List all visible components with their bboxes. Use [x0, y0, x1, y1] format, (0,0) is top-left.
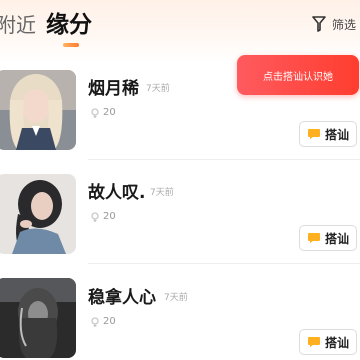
divider — [88, 159, 360, 160]
chat-bubble-icon — [307, 128, 321, 140]
filter-label: 筛选 — [332, 17, 357, 32]
female-icon — [90, 211, 100, 222]
female-icon — [90, 316, 100, 327]
age-value: 20 — [103, 107, 116, 118]
chat-bubble-icon — [307, 232, 321, 244]
chat-button[interactable]: 搭讪 — [299, 225, 357, 251]
divider — [88, 263, 360, 264]
filter-button[interactable]: 筛选 — [312, 13, 356, 35]
chat-button-label: 搭讪 — [324, 335, 349, 350]
tab-fate[interactable]: 缘分 — [46, 10, 92, 40]
user-name: 故人叹. — [88, 183, 146, 203]
chat-button-label: 搭讪 — [324, 127, 349, 142]
user-card-2[interactable]: 故人叹. 7天前 20 搭讪 — [0, 174, 360, 264]
avatar[interactable] — [0, 174, 76, 254]
filter-icon — [312, 15, 326, 33]
age-value: 20 — [103, 211, 116, 222]
chat-button-label: 搭讪 — [324, 231, 349, 246]
last-active-time: 7天前 — [164, 293, 188, 303]
user-card-3[interactable]: 稳拿人心 7天前 20 搭讪 — [0, 278, 360, 360]
female-icon — [90, 107, 100, 118]
last-active-time: 7天前 — [146, 84, 170, 94]
avatar[interactable] — [0, 70, 76, 150]
age-tag: 20 — [90, 107, 116, 118]
age-tag: 20 — [90, 211, 116, 222]
chat-bubble-icon — [307, 336, 321, 348]
tab-active-indicator — [63, 43, 79, 47]
last-active-time: 7天前 — [150, 188, 174, 198]
hint-toast: 点击搭讪认识她 — [237, 55, 359, 95]
age-value: 20 — [103, 316, 116, 327]
chat-button[interactable]: 搭讪 — [299, 121, 357, 147]
age-tag: 20 — [90, 316, 116, 327]
user-name: 稳拿人心 — [88, 288, 156, 308]
tab-nearby[interactable]: 附近 — [0, 10, 36, 40]
avatar[interactable] — [0, 278, 76, 358]
user-name: 烟月稀 — [88, 79, 139, 99]
chat-button[interactable]: 搭讪 — [299, 329, 357, 355]
